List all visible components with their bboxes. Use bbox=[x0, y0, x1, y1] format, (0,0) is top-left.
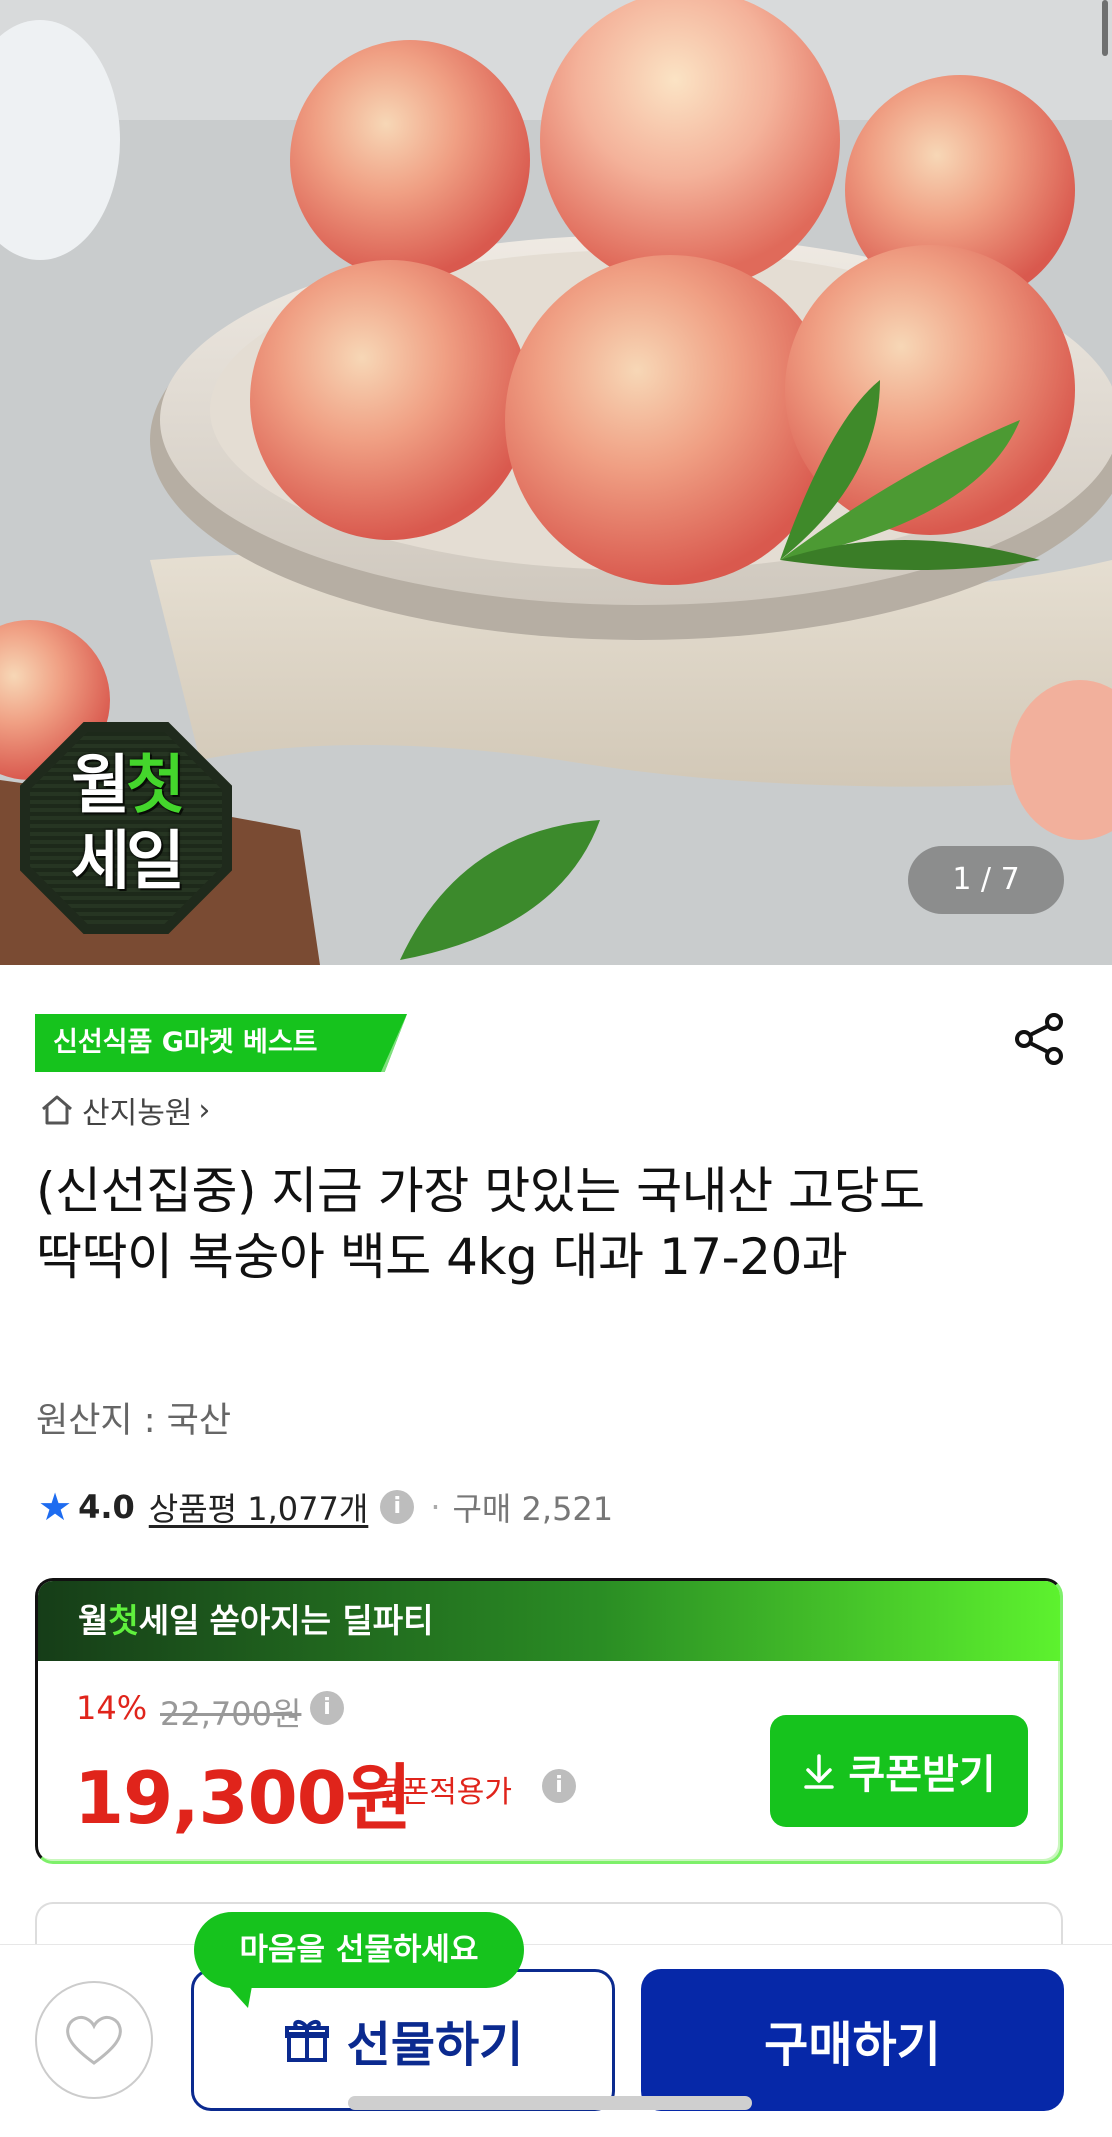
home-icon bbox=[42, 1095, 72, 1125]
share-icon[interactable] bbox=[1010, 1010, 1068, 1068]
badge-text-month: 월 bbox=[71, 749, 130, 823]
chevron-right-icon: › bbox=[198, 1092, 211, 1128]
deal-banner-sale: 세일 bbox=[138, 1601, 200, 1640]
badge-text-sale: 세일 bbox=[71, 825, 185, 899]
page-scrollbar[interactable] bbox=[1102, 0, 1108, 56]
review-count-link[interactable]: 상품평 1,077개 bbox=[149, 1484, 369, 1530]
sale-price: 19,300원 bbox=[74, 1756, 412, 1840]
image-page-counter: 1 / 7 bbox=[908, 846, 1064, 914]
coupon-info-icon[interactable]: i bbox=[542, 1769, 576, 1803]
heart-icon bbox=[66, 2015, 122, 2065]
product-title: (신선집중) 지금 가장 맛있는 국내산 고당도 딱딱이 복숭아 백도 4kg … bbox=[36, 1162, 925, 1286]
badge-text-first: 첫 bbox=[126, 749, 185, 823]
get-coupon-button[interactable]: 쿠폰받기 bbox=[770, 1715, 1028, 1827]
star-icon: ★ bbox=[38, 1485, 73, 1529]
get-coupon-label: 쿠폰받기 bbox=[848, 1753, 996, 1797]
deal-banner-month: 월 bbox=[78, 1601, 109, 1640]
product-image-carousel[interactable]: 월첫 세일 1 / 7 bbox=[0, 0, 1112, 965]
discount-rate: 14% bbox=[76, 1689, 148, 1727]
product-page: 월첫 세일 1 / 7 신선식품 G마켓 베스트 산지농원 › (신선집중) 지… bbox=[0, 0, 1112, 2137]
origin-info: 원산지 : 국산 bbox=[36, 1401, 232, 1441]
original-price: 22,700원 bbox=[160, 1695, 302, 1733]
separator-dot: · bbox=[430, 1488, 441, 1526]
deal-banner: 월첫세일 쏟아지는 딜파티 bbox=[38, 1581, 1060, 1661]
deal-price-box: 월첫세일 쏟아지는 딜파티 14% 22,700원 i 19,300원 쿠폰적용가… bbox=[35, 1578, 1063, 1864]
seller-name: 산지농원 bbox=[82, 1096, 193, 1131]
info-icon[interactable]: i bbox=[380, 1490, 415, 1524]
coupon-price-label: 쿠폰적용가 bbox=[374, 1775, 512, 1810]
download-icon bbox=[804, 1754, 835, 1789]
home-indicator[interactable] bbox=[348, 2096, 752, 2110]
buy-button[interactable]: 구매하기 bbox=[641, 1969, 1064, 2111]
gift-button[interactable]: 선물하기 bbox=[191, 1969, 615, 2111]
best-category-tag[interactable]: 신선식품 G마켓 베스트 bbox=[35, 1014, 407, 1072]
monthly-first-sale-badge: 월첫 세일 bbox=[20, 722, 232, 934]
price-info-icon[interactable]: i bbox=[310, 1691, 344, 1725]
rating-row: ★ 4.0 상품평 1,077개 i · 구매 2,521 bbox=[38, 1482, 613, 1532]
deal-banner-first: 첫 bbox=[108, 1601, 139, 1640]
gift-button-label: 선물하기 bbox=[346, 2019, 524, 2072]
gift-tooltip: 마음을 선물하세요 bbox=[194, 1912, 524, 1988]
wishlist-button[interactable] bbox=[35, 1981, 153, 2099]
gift-icon bbox=[284, 2020, 329, 2062]
seller-store-link[interactable]: 산지농원 › bbox=[38, 1088, 210, 1132]
purchase-count: 구매 2,521 bbox=[452, 1490, 614, 1528]
rating-score: 4.0 bbox=[78, 1488, 135, 1526]
deal-banner-subtitle: 쏟아지는 딜파티 bbox=[209, 1601, 434, 1640]
